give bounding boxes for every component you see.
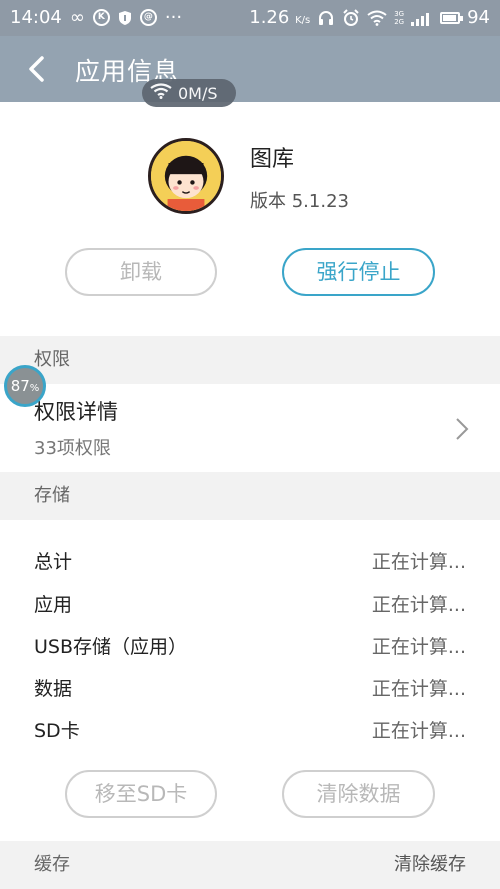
section-header-cache: 缓存 清除缓存 <box>0 841 500 889</box>
clear-data-button[interactable]: 清除数据 <box>282 770 435 818</box>
alarm-icon <box>342 8 360 27</box>
storage-value: 正在计算... <box>371 720 466 742</box>
k-circle-icon: K <box>92 9 110 26</box>
storage-row-data: 数据 正在计算... <box>0 666 500 708</box>
signal-icon <box>411 10 433 26</box>
infinity-icon: ∞ <box>69 7 85 28</box>
permission-count: 33项权限 <box>34 438 111 459</box>
network-speed: 1.26 K/s <box>249 7 311 28</box>
network-type-label: 3G 2G <box>394 9 405 26</box>
uninstall-button[interactable]: 卸载 <box>65 248 217 296</box>
storage-row-total: 总计 正在计算... <box>0 539 500 581</box>
app-name: 图库 <box>250 147 295 172</box>
storage-label: SD卡 <box>34 720 80 742</box>
chevron-left-icon <box>29 56 44 82</box>
wifi-icon <box>150 83 172 103</box>
wifi-icon <box>367 10 387 26</box>
storage-value: 正在计算... <box>371 594 466 616</box>
section-header-permissions: 权限 <box>0 336 500 384</box>
storage-value: 正在计算... <box>371 551 466 573</box>
back-button[interactable] <box>22 52 52 86</box>
clear-cache-button[interactable]: 清除缓存 <box>394 841 466 889</box>
app-version: 版本 5.1.23 <box>250 191 349 212</box>
storage-label: 总计 <box>34 551 73 573</box>
permission-details-row[interactable]: 权限详情 33项权限 <box>0 384 500 472</box>
cache-header-label: 缓存 <box>34 854 70 875</box>
at-circle-icon: @ <box>139 9 157 26</box>
shield-icon <box>118 10 132 26</box>
status-bar: 14:04 ∞ K @ ··· 1.26 K/s 3G 2G 94 <box>0 0 500 36</box>
storage-row-sdcard: SD卡 正在计算... <box>0 708 500 750</box>
overlay-speed-text: 0M/S <box>178 83 218 103</box>
force-stop-button[interactable]: 强行停止 <box>282 248 435 296</box>
storage-label: 应用 <box>34 594 73 616</box>
battery-level: 94 <box>467 7 490 28</box>
headphones-icon <box>317 9 335 27</box>
section-header-storage: 存储 <box>0 472 500 520</box>
storage-value: 正在计算... <box>371 636 466 658</box>
chevron-right-icon <box>456 418 469 440</box>
move-to-sd-button[interactable]: 移至SD卡 <box>65 770 217 818</box>
storage-label: USB存储（应用） <box>34 636 188 658</box>
battery-icon <box>440 11 464 24</box>
more-icon: ··· <box>164 7 183 28</box>
network-speed-overlay[interactable]: 0M/S <box>142 79 236 107</box>
title-bar: 应用信息 <box>0 36 500 102</box>
storage-row-app: 应用 正在计算... <box>0 582 500 624</box>
app-icon <box>148 138 224 214</box>
storage-label: 数据 <box>34 678 73 700</box>
storage-row-usb: USB存储（应用） 正在计算... <box>0 624 500 666</box>
permission-details-title: 权限详情 <box>34 400 118 424</box>
floating-memory-badge[interactable]: 87% <box>4 365 46 407</box>
status-time: 14:04 <box>10 7 62 28</box>
storage-value: 正在计算... <box>371 678 466 700</box>
